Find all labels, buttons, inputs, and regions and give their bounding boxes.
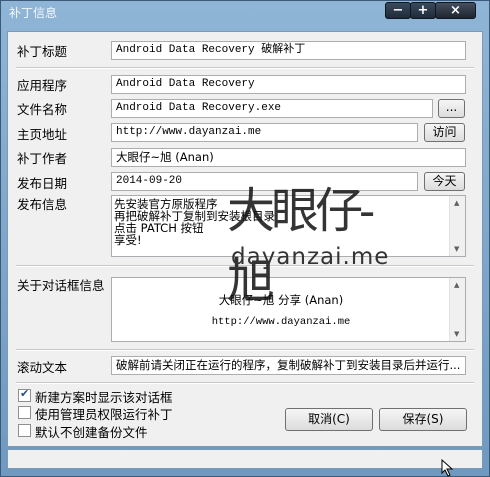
checkmark-icon: ✔ (20, 387, 30, 400)
scroll-up-icon[interactable]: ▲ (454, 199, 459, 207)
minimize-button[interactable]: − (385, 2, 411, 19)
date-label: 发布日期 (17, 176, 68, 191)
about-line-2: http://www.dayanzai.me (211, 316, 351, 328)
divider (16, 382, 474, 384)
info-label: 发布信息 (17, 197, 68, 212)
divider (16, 349, 474, 351)
maximize-button[interactable]: + (410, 2, 436, 19)
author-label: 补丁作者 (17, 151, 68, 166)
patch-title-field[interactable]: Android Data Recovery 破解补丁 (111, 41, 466, 60)
about-label: 关于对话框信息 (17, 278, 105, 293)
today-button[interactable]: 今天 (424, 172, 465, 191)
browse-button[interactable]: ... (438, 99, 465, 118)
date-field[interactable]: 2014-09-20 (111, 172, 418, 191)
info-line: 享受! (114, 233, 142, 247)
cancel-button[interactable]: 取消(C) (285, 408, 373, 431)
homepage-field[interactable]: http://www.dayanzai.me (111, 123, 418, 142)
scroll-text-label: 滚动文本 (17, 360, 68, 375)
close-button[interactable]: × (435, 2, 476, 19)
visit-button[interactable]: 访问 (424, 123, 465, 142)
option-checkbox-no-backup[interactable] (18, 424, 31, 437)
filename-field[interactable]: Android Data Recovery.exe (111, 99, 433, 118)
mouse-cursor-icon (441, 459, 454, 477)
status-bar (7, 449, 483, 469)
divider (16, 265, 474, 267)
app-field[interactable]: Android Data Recovery (111, 75, 466, 94)
option-label-no-backup[interactable]: 默认不创建备份文件 (35, 422, 148, 441)
dialog-body: 补丁标题 Android Data Recovery 破解补丁 应用程序 And… (7, 31, 483, 447)
title-bar[interactable]: 补丁信息 − + × (1, 1, 489, 23)
scroll-up-icon[interactable]: ▲ (454, 281, 459, 289)
scroll-text-field[interactable]: 破解前请关闭正在运行的程序，复制破解补丁到安装目录后并运行... (111, 356, 466, 375)
patch-info-window: 补丁信息 − + × 补丁标题 Android Data Recovery 破解… (0, 0, 490, 477)
window-title: 补丁信息 (9, 6, 58, 20)
option-label-run-as-admin[interactable]: 使用管理员权限运行补丁 (35, 404, 173, 423)
filename-label: 文件名称 (17, 102, 68, 117)
app-label: 应用程序 (17, 78, 68, 93)
info-textarea[interactable]: 先安装官方原版程序 再把破解补丁复制到安装根目录 点击 PATCH 按钮 享受!… (111, 195, 466, 257)
option-checkbox-run-as-admin[interactable] (18, 406, 31, 419)
about-textarea[interactable]: 大眼仔~旭 分享 (Anan) http://www.dayanzai.me ▲… (111, 277, 466, 342)
homepage-label: 主页地址 (17, 127, 68, 142)
about-scrollbar[interactable]: ▲ ▼ (449, 278, 465, 341)
patch-title-label: 补丁标题 (17, 44, 68, 59)
option-checkbox-show-dialog[interactable]: ✔ (18, 387, 31, 402)
save-button[interactable]: 保存(S) (379, 408, 467, 431)
info-scrollbar[interactable]: ▲ ▼ (449, 196, 465, 256)
scroll-down-icon[interactable]: ▼ (454, 330, 459, 338)
author-field[interactable]: 大眼仔~旭 (Anan) (111, 148, 466, 167)
scroll-down-icon[interactable]: ▼ (454, 245, 459, 253)
divider (16, 67, 474, 69)
about-line-1: 大眼仔~旭 分享 (Anan) (218, 293, 344, 307)
